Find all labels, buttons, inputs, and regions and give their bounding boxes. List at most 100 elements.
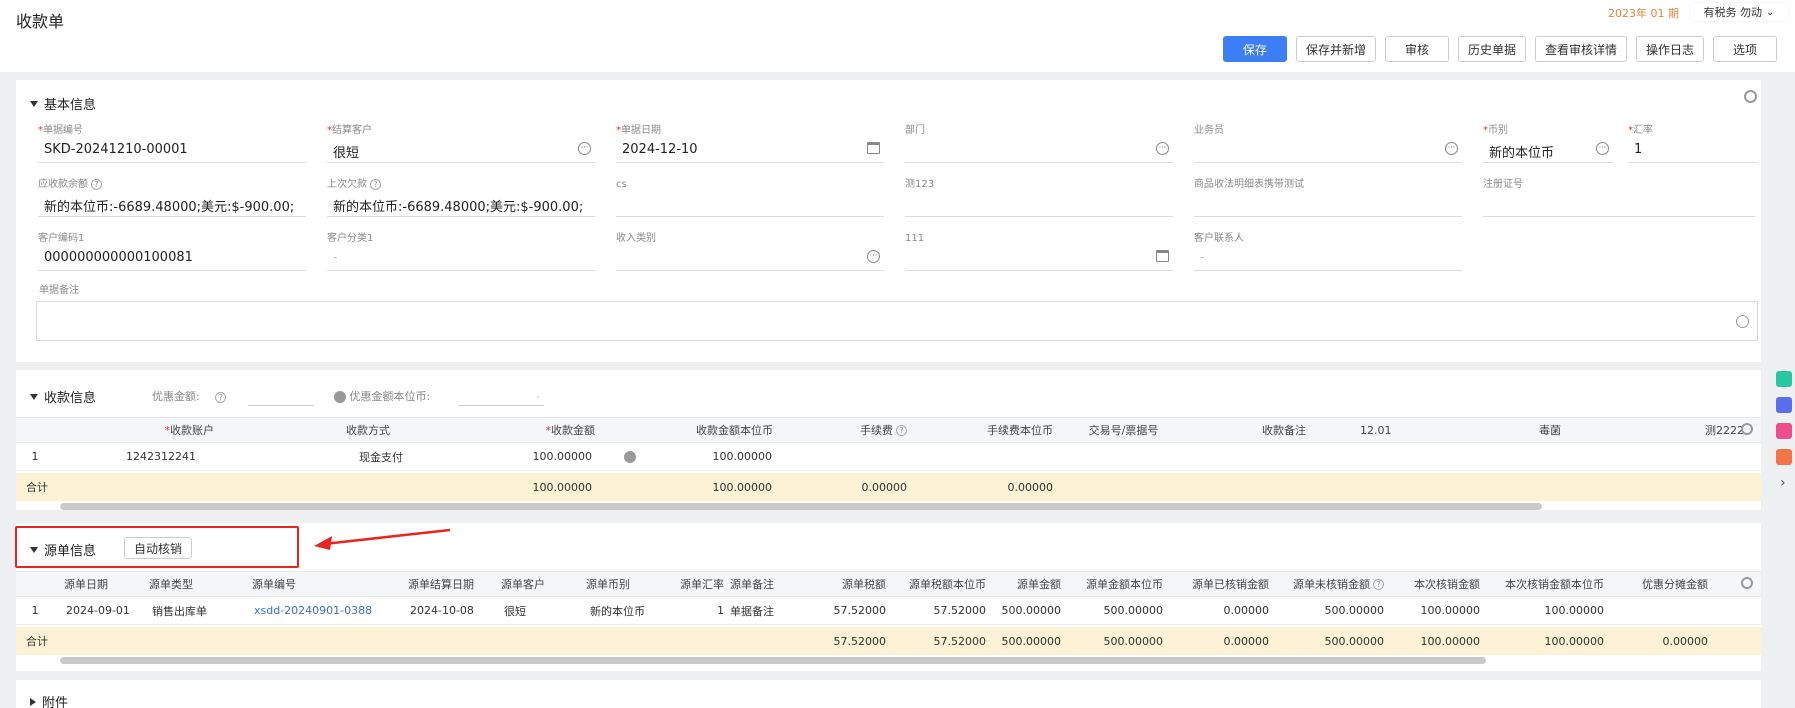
field-4[interactable]: 业务员 ··· — [1194, 124, 1462, 168]
help-icon[interactable]: ? — [370, 178, 381, 190]
sum-fee: 0.00000 — [861, 480, 908, 494]
operation-log-button[interactable]: 操作日志 — [1635, 36, 1704, 62]
basic-info-header[interactable]: 基本信息 — [30, 94, 96, 113]
col-receipt-remark: 收款备注 — [1262, 424, 1306, 437]
field-label: 注册证号 — [1483, 179, 1523, 190]
sum-amount-base: 500.00000 — [1103, 634, 1164, 648]
field-underline — [1194, 216, 1462, 217]
help-icon[interactable]: ? — [896, 424, 907, 436]
row-index: 1 — [31, 604, 39, 617]
calendar-icon[interactable] — [1156, 250, 1169, 262]
message-icon[interactable] — [1776, 397, 1792, 413]
src-unwritten-cell: 500.00000 — [1324, 604, 1385, 617]
field-label: 客户编码1 — [38, 233, 85, 244]
src-tax-base-cell: 57.52000 — [933, 604, 987, 617]
col-discount-alloc: 优惠分摊金额 — [1642, 578, 1708, 591]
field-8[interactable]: 上次欠款? 新的本位币:-6689.48000;美元:$-900.00;人... — [327, 178, 595, 222]
discount-base-label-text: 优惠金额本位币: — [349, 390, 431, 403]
chevron-down-icon: ⌄ — [1766, 6, 1775, 18]
accounting-period[interactable]: 2023年 01 期 — [1608, 5, 1679, 21]
view-audit-detail-button[interactable]: 查看审核详情 — [1534, 36, 1627, 62]
field-13[interactable]: 客户编码1 000000000000100081 — [38, 232, 306, 276]
field-5[interactable]: *币别 新的本位币 ··· — [1483, 124, 1613, 168]
source-scrollbar[interactable] — [60, 657, 1486, 664]
field-11[interactable]: 商品收法明细表携带测试 — [1194, 178, 1462, 222]
money-bag-icon[interactable] — [606, 443, 654, 470]
col-src-written: 源单已核销金额 — [1192, 578, 1269, 591]
sum-this: 100.00000 — [1420, 634, 1481, 648]
src-amount-base-cell: 500.00000 — [1103, 604, 1164, 617]
column-settings-icon[interactable] — [1741, 577, 1753, 589]
discount-input[interactable] — [248, 405, 314, 406]
help-icon[interactable]: ? — [91, 178, 102, 190]
col-src-type: 源单类型 — [149, 578, 193, 591]
source-info-header[interactable]: 源单信息 — [30, 540, 96, 559]
more-options-icon[interactable]: ··· — [578, 142, 591, 155]
receipt-info-title: 收款信息 — [44, 391, 97, 406]
smiley-icon[interactable] — [1736, 315, 1749, 328]
field-3[interactable]: 部门 ··· — [905, 124, 1173, 168]
receipt-table-header: * 收款账户 收款方式 * 收款金额 收款金额本位币 手续费? 手续费本位币 交易号… — [16, 417, 1761, 443]
field-10[interactable]: 测123 — [905, 178, 1173, 222]
field-underline — [905, 216, 1173, 217]
field-1[interactable]: *结算客户 很短 ··· — [327, 124, 595, 168]
collapse-icon — [30, 393, 38, 400]
help-icon[interactable]: ? — [1373, 578, 1384, 590]
field-label: 收入类别 — [616, 233, 656, 244]
this-amount-cell[interactable]: 100.00000 — [1392, 597, 1481, 624]
audit-button[interactable]: 审核 — [1384, 36, 1449, 62]
more-options-icon[interactable]: ··· — [1445, 142, 1458, 155]
receipt-info-header[interactable]: 收款信息 — [30, 387, 96, 406]
help-chat-icon[interactable] — [1776, 371, 1792, 387]
field-12[interactable]: 注册证号 — [1483, 178, 1755, 222]
column-settings-icon[interactable] — [1741, 423, 1753, 435]
attachment-header[interactable]: 附件 — [30, 692, 68, 708]
src-no-link[interactable]: xsdd-20240901-0388 — [254, 597, 394, 624]
field-14[interactable]: 客户分类1 - — [327, 232, 595, 276]
receipt-row[interactable]: 1 1242312241 现金支付 100.00000 100.00000 — [16, 443, 1761, 471]
field-0[interactable]: *单据编号 SKD-20241210-00001 — [38, 124, 306, 168]
col-transaction-no: 交易号/票据号 — [1088, 424, 1159, 437]
gift-icon[interactable] — [1776, 449, 1792, 465]
field-7[interactable]: 应收款余额? 新的本位币:-6689.48000;美元:$-900.00;人... — [38, 178, 306, 222]
help-icon[interactable]: ? — [215, 391, 227, 403]
field-2[interactable]: *单据日期 2024-12-10 — [616, 124, 884, 168]
field-15[interactable]: 收入类别 ··· — [616, 232, 884, 276]
receipt-account-cell[interactable]: 1242312241 — [96, 443, 226, 470]
calendar-icon[interactable] — [867, 142, 880, 154]
chevron-right-icon[interactable]: › — [1780, 475, 1794, 491]
collapse-icon — [30, 100, 38, 107]
settings-gear-icon[interactable] — [1744, 90, 1757, 103]
history-button[interactable]: 历史单据 — [1457, 36, 1526, 62]
account-name: 有税务 勿动 — [1703, 6, 1763, 19]
auto-writeoff-button[interactable]: 自动核销 — [124, 537, 192, 559]
more-options-icon[interactable]: ··· — [1596, 142, 1609, 155]
save-and-new-button[interactable]: 保存并新增 — [1295, 36, 1376, 62]
coin-icon — [624, 450, 636, 463]
field-6[interactable]: *汇率 1 — [1628, 124, 1758, 168]
receipt-method-cell[interactable]: 现金支付 — [326, 443, 436, 470]
field-value: 000000000000100081 — [44, 250, 193, 265]
field-9[interactable]: cs — [616, 178, 884, 222]
more-options-icon[interactable]: ··· — [1156, 142, 1169, 155]
source-row[interactable]: 1 2024-09-01 销售出库单 xsdd-20240901-0388 20… — [16, 597, 1761, 625]
options-button[interactable]: 选项 — [1713, 36, 1777, 62]
sum-label: 合计 — [26, 635, 48, 648]
src-amount-cell: 500.00000 — [1001, 604, 1062, 617]
field-17[interactable]: 客户联系人 - — [1194, 232, 1462, 276]
field-value: 2024-12-10 — [622, 142, 698, 157]
field-label: 客户分类1 — [327, 233, 374, 244]
col-this-amount-base: 本次核销金额本位币 — [1505, 578, 1604, 591]
receipt-scrollbar[interactable] — [60, 503, 1542, 510]
field-label: *汇率 — [1628, 125, 1653, 136]
remark-input[interactable] — [36, 301, 1758, 341]
field-underline — [327, 270, 595, 271]
notebook-icon[interactable] — [1776, 423, 1792, 439]
account-selector[interactable]: 有税务 勿动 ⌄ — [1690, 3, 1788, 21]
save-button[interactable]: 保存 — [1222, 36, 1287, 62]
field-label: *单据编号 — [38, 125, 83, 136]
more-options-icon[interactable]: ··· — [867, 250, 880, 263]
field-label: 应收款余额? — [38, 178, 306, 192]
receipt-amount-cell[interactable]: 100.00000 — [466, 443, 593, 470]
field-16[interactable]: 111 — [905, 232, 1173, 276]
